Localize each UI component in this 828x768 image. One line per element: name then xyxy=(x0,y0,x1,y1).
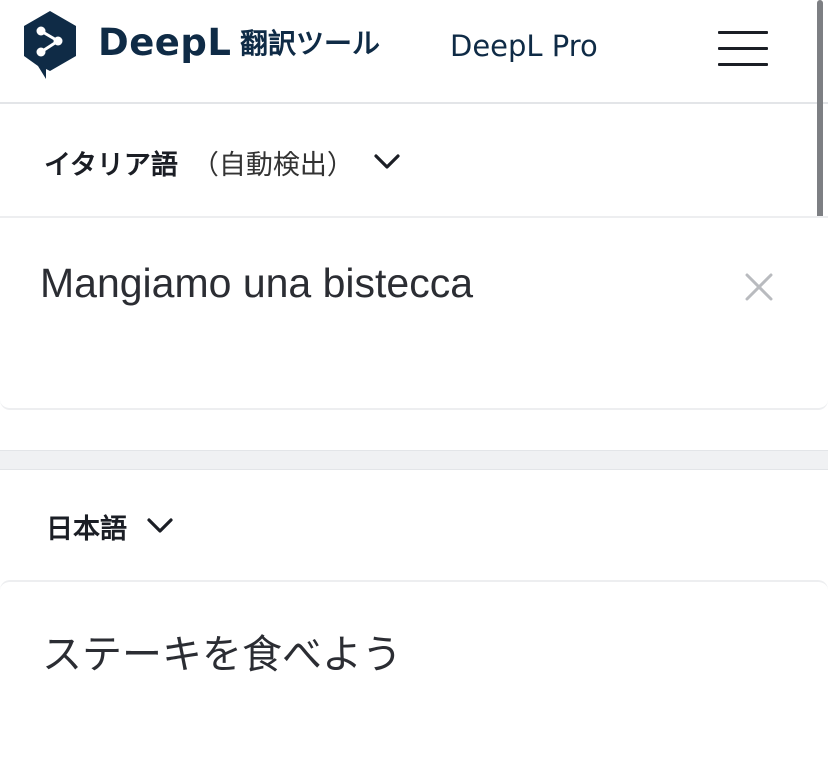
source-language-label: イタリア語 xyxy=(44,149,178,181)
top-header: DeepL 翻訳ツール DeepL Pro xyxy=(0,0,828,104)
close-icon[interactable] xyxy=(738,266,780,308)
chevron-down-icon xyxy=(145,516,175,536)
target-language-selector[interactable]: 日本語 xyxy=(0,496,828,556)
deepl-logo-icon[interactable] xyxy=(20,9,80,79)
hamburger-menu-icon[interactable] xyxy=(712,26,774,72)
section-divider xyxy=(0,450,828,470)
source-language-selector[interactable]: イタリア語 （自動検出） xyxy=(0,132,828,192)
deepl-translator-page: DeepL 翻訳ツール DeepL Pro イタリア語 （自動検出） Mangi… xyxy=(0,0,828,768)
brand-name[interactable]: DeepL xyxy=(98,20,231,66)
translated-text[interactable]: ステーキを食べよう xyxy=(42,622,402,680)
source-text[interactable]: Mangiamo una bistecca xyxy=(40,260,473,307)
auto-detect-note: （自動検出） xyxy=(191,149,354,181)
target-text-area[interactable]: ステーキを食べよう xyxy=(0,580,828,768)
chevron-down-icon xyxy=(372,152,402,172)
deepl-pro-link[interactable]: DeepL Pro xyxy=(450,28,598,64)
source-text-area[interactable]: Mangiamo una bistecca xyxy=(0,216,828,410)
brand-subtitle[interactable]: 翻訳ツール xyxy=(240,26,380,62)
target-language-label: 日本語 xyxy=(46,513,127,545)
